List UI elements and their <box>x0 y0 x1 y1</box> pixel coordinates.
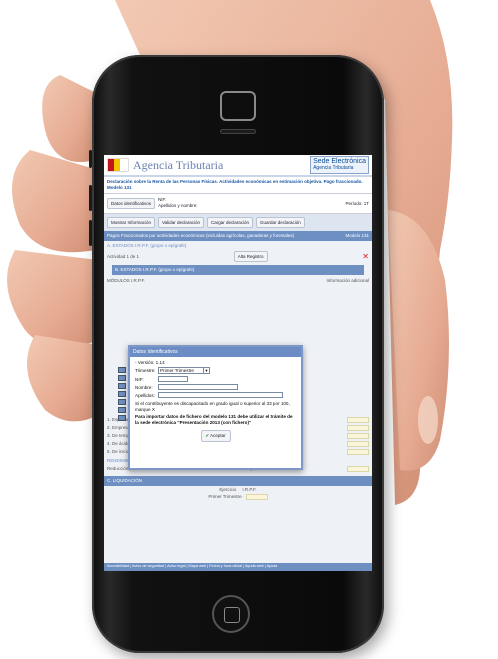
id-data-dialog: Datos Identificativos - Versión: 1.14 Tr… <box>128 345 303 470</box>
info-row: MÓDULOS I.R.P.F. Información adicional <box>104 277 372 284</box>
nif-field: NIF: <box>135 376 296 382</box>
accept-button[interactable]: ✔ Aceptar <box>200 429 231 442</box>
trimestre-value: Primer Trimestre <box>160 368 194 373</box>
section-a: A. ESTADOS I.R.P.F. (grupo o epígrafe) <box>107 243 187 249</box>
form-banner: Pagos Fraccionados por actividades econó… <box>104 231 372 242</box>
sede-link[interactable]: Sede Electrónica Agencia Tributaria <box>310 156 369 174</box>
trimestre-row: Primer Trimestre <box>104 493 372 501</box>
load-button[interactable]: Cargar declaración <box>206 217 253 229</box>
trimestre-footer-label: Primer Trimestre <box>208 494 242 500</box>
accept-label: Aceptar <box>210 432 226 438</box>
id-fields: NIF: Apellidos y nombre: <box>158 197 198 211</box>
nif-label: NIF: <box>158 196 167 202</box>
index-tab[interactable] <box>118 367 126 373</box>
index-tab[interactable] <box>118 407 126 413</box>
row-input[interactable] <box>347 440 369 447</box>
photo-scene: Agencia Tributaria Sede Electrónica Agen… <box>0 0 498 659</box>
index-tab[interactable] <box>118 375 126 381</box>
alta-button[interactable]: Alta Registro <box>233 251 268 263</box>
volume-down <box>89 220 92 246</box>
apellidos-input[interactable] <box>158 392 283 398</box>
activity-count: Actividad 1 de 1 <box>107 254 140 260</box>
trimestre-footer-input[interactable] <box>245 493 268 500</box>
volume-up <box>89 185 92 211</box>
row-input[interactable] <box>347 448 369 455</box>
show-info-button[interactable]: Mostrar Información <box>107 217 156 229</box>
check-icon: ✔ <box>205 432 210 438</box>
index-tab[interactable] <box>118 383 126 389</box>
liquidacion-header: C. LIQUIDACIÓN <box>104 475 372 486</box>
dialog-title: Datos Identificativos <box>130 347 301 357</box>
earpiece <box>220 129 256 134</box>
banner-text: Pagos Fraccionados por actividades econó… <box>107 233 295 239</box>
side-index <box>118 365 128 423</box>
apellidos-field: Apellidos: <box>135 392 296 398</box>
validate-button[interactable]: Validar declaración <box>158 217 204 229</box>
id-data-button[interactable]: Datos identificativos <box>107 197 156 209</box>
site-header: Agencia Tributaria Sede Electrónica Agen… <box>104 155 372 177</box>
reduccion-input[interactable] <box>347 465 369 472</box>
id-bar: Datos identificativos NIF: Apellidos y n… <box>104 192 372 215</box>
toolbar: Mostrar Información Validar declaración … <box>104 214 372 232</box>
ejercicio-label: Ejercicio <box>219 486 237 492</box>
index-tab[interactable] <box>118 415 126 421</box>
disability-note: Si el contribuyente es discapacitado en … <box>135 401 290 412</box>
row-input[interactable] <box>347 416 369 423</box>
modulos-label: MÓDULOS I.R.P.F. <box>107 277 146 283</box>
trimestre-label: Trimestre: <box>135 368 156 373</box>
nif-field-label: NIF: <box>135 376 144 382</box>
row-label: 4. De ácido <box>107 441 130 447</box>
index-tab[interactable] <box>118 399 126 405</box>
form-title: Declaración sobre la Renta de las Person… <box>104 177 372 193</box>
row-input[interactable] <box>347 432 369 439</box>
government-logo <box>107 158 129 172</box>
footer-links[interactable]: Accesibilidad | Aviso de seguridad | Avi… <box>104 563 372 571</box>
index-tab[interactable] <box>118 391 126 397</box>
phone-screen: Agencia Tributaria Sede Electrónica Agen… <box>104 155 372 571</box>
irpf-label: I.R.P.F. <box>242 486 257 492</box>
camera-icon <box>220 91 256 121</box>
home-button[interactable] <box>212 595 250 633</box>
nombre-input[interactable] <box>158 384 238 390</box>
mute-switch <box>89 150 92 168</box>
nombre-field: Nombre: <box>135 384 296 390</box>
ejercicio-row: Ejercicio I.R.P.F. <box>104 486 372 493</box>
period-label: Período: 1T <box>345 200 369 206</box>
section-b: B. ESTADOS I.R.P.F. (grupo o epígrafe) <box>112 265 364 275</box>
info-label: Información adicional <box>326 277 369 283</box>
apellidos-label: Apellidos: <box>135 392 155 398</box>
name-label: Apellidos y nombre: <box>158 203 198 209</box>
nif-input[interactable] <box>158 376 188 382</box>
dialog-version: - Versión: 1.14 <box>135 360 165 365</box>
trimestre-select[interactable]: Primer Trimestre ▼ <box>158 367 210 374</box>
sede-subtitle: Agencia Tributaria <box>313 165 354 172</box>
banner-model: Modelo 131 <box>345 233 369 239</box>
row-input[interactable] <box>347 424 369 431</box>
close-icon[interactable]: ✕ <box>362 252 369 261</box>
activity-row: Actividad 1 de 1 Alta Registro ✕ <box>104 250 372 263</box>
agency-name: Agencia Tributaria <box>133 157 224 172</box>
chevron-down-icon: ▼ <box>203 368 209 373</box>
import-note: Para importar datos de fichero del model… <box>135 414 293 426</box>
smartphone: Agencia Tributaria Sede Electrónica Agen… <box>89 55 384 653</box>
trimestre-field: Trimestre: Primer Trimestre ▼ <box>135 367 296 374</box>
save-button[interactable]: Guardar declaración <box>256 217 305 229</box>
dialog-body: - Versión: 1.14 Trimestre: Primer Trimes… <box>130 357 301 445</box>
nombre-label: Nombre: <box>135 384 153 390</box>
